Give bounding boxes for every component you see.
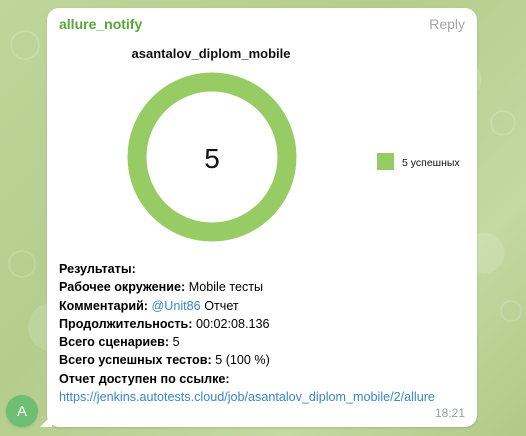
report-label: Отчет доступен по ссылке: [59,371,230,386]
chart-image[interactable]: asantalov_diplom_mobile 5 5 успешных [47,40,477,250]
legend-label-0: 5 успешных [402,157,460,169]
legend-swatch-0 [377,153,394,170]
background-doodle [10,30,40,60]
scenarios-label: Всего сценариев: [59,335,170,350]
comment-label: Комментарий: [59,298,148,313]
scenarios-value: 5 [172,335,180,350]
background-doodle [490,110,516,136]
duration-value: 00:02:08.136 [195,316,270,331]
avatar-letter: A [16,402,27,420]
comment-line: Комментарий: @Unit86 Отчет [59,297,469,315]
background-doodle [500,300,522,322]
passed-line: Всего успешных тестов: 5 (100 %) [59,351,469,369]
donut-chart: asantalov_diplom_mobile 5 5 успешных [127,46,460,242]
chart-center-label: 5 [204,143,220,174]
avatar[interactable]: A [6,395,38,427]
environment-value: Mobile тесты [188,280,264,295]
passed-label: Всего успешных тестов: [59,353,212,368]
reply-button[interactable]: Reply [429,16,465,32]
report-label-line: Отчет доступен по ссылке: [59,370,469,388]
message-bubble: allure_notify Reply asantalov_diplom_mob… [47,8,477,427]
report-link[interactable]: https://jenkins.autotests.cloud/job/asan… [59,388,464,406]
comment-mention-link[interactable]: @Unit86 [152,299,201,313]
environment-label: Рабочее окружение: [59,280,186,295]
results-heading: Результаты: [59,262,136,276]
scenarios-line: Всего сценариев: 5 [59,333,469,351]
comment-text: Отчет [204,298,239,313]
duration-label: Продолжительность: [59,316,193,331]
passed-value: 5 (100 %) [215,353,270,368]
background-doodle [8,250,36,278]
results-heading-line: Результаты: [59,260,469,278]
duration-line: Продолжительность: 00:02:08.136 [59,315,469,333]
results-text: Результаты: Рабочее окружение: Mobile те… [59,260,469,406]
sender-name[interactable]: allure_notify [59,16,142,32]
message-time: 18:21 [434,406,465,420]
chart-title: asantalov_diplom_mobile [132,46,291,61]
environment-line: Рабочее окружение: Mobile тесты [59,278,469,296]
